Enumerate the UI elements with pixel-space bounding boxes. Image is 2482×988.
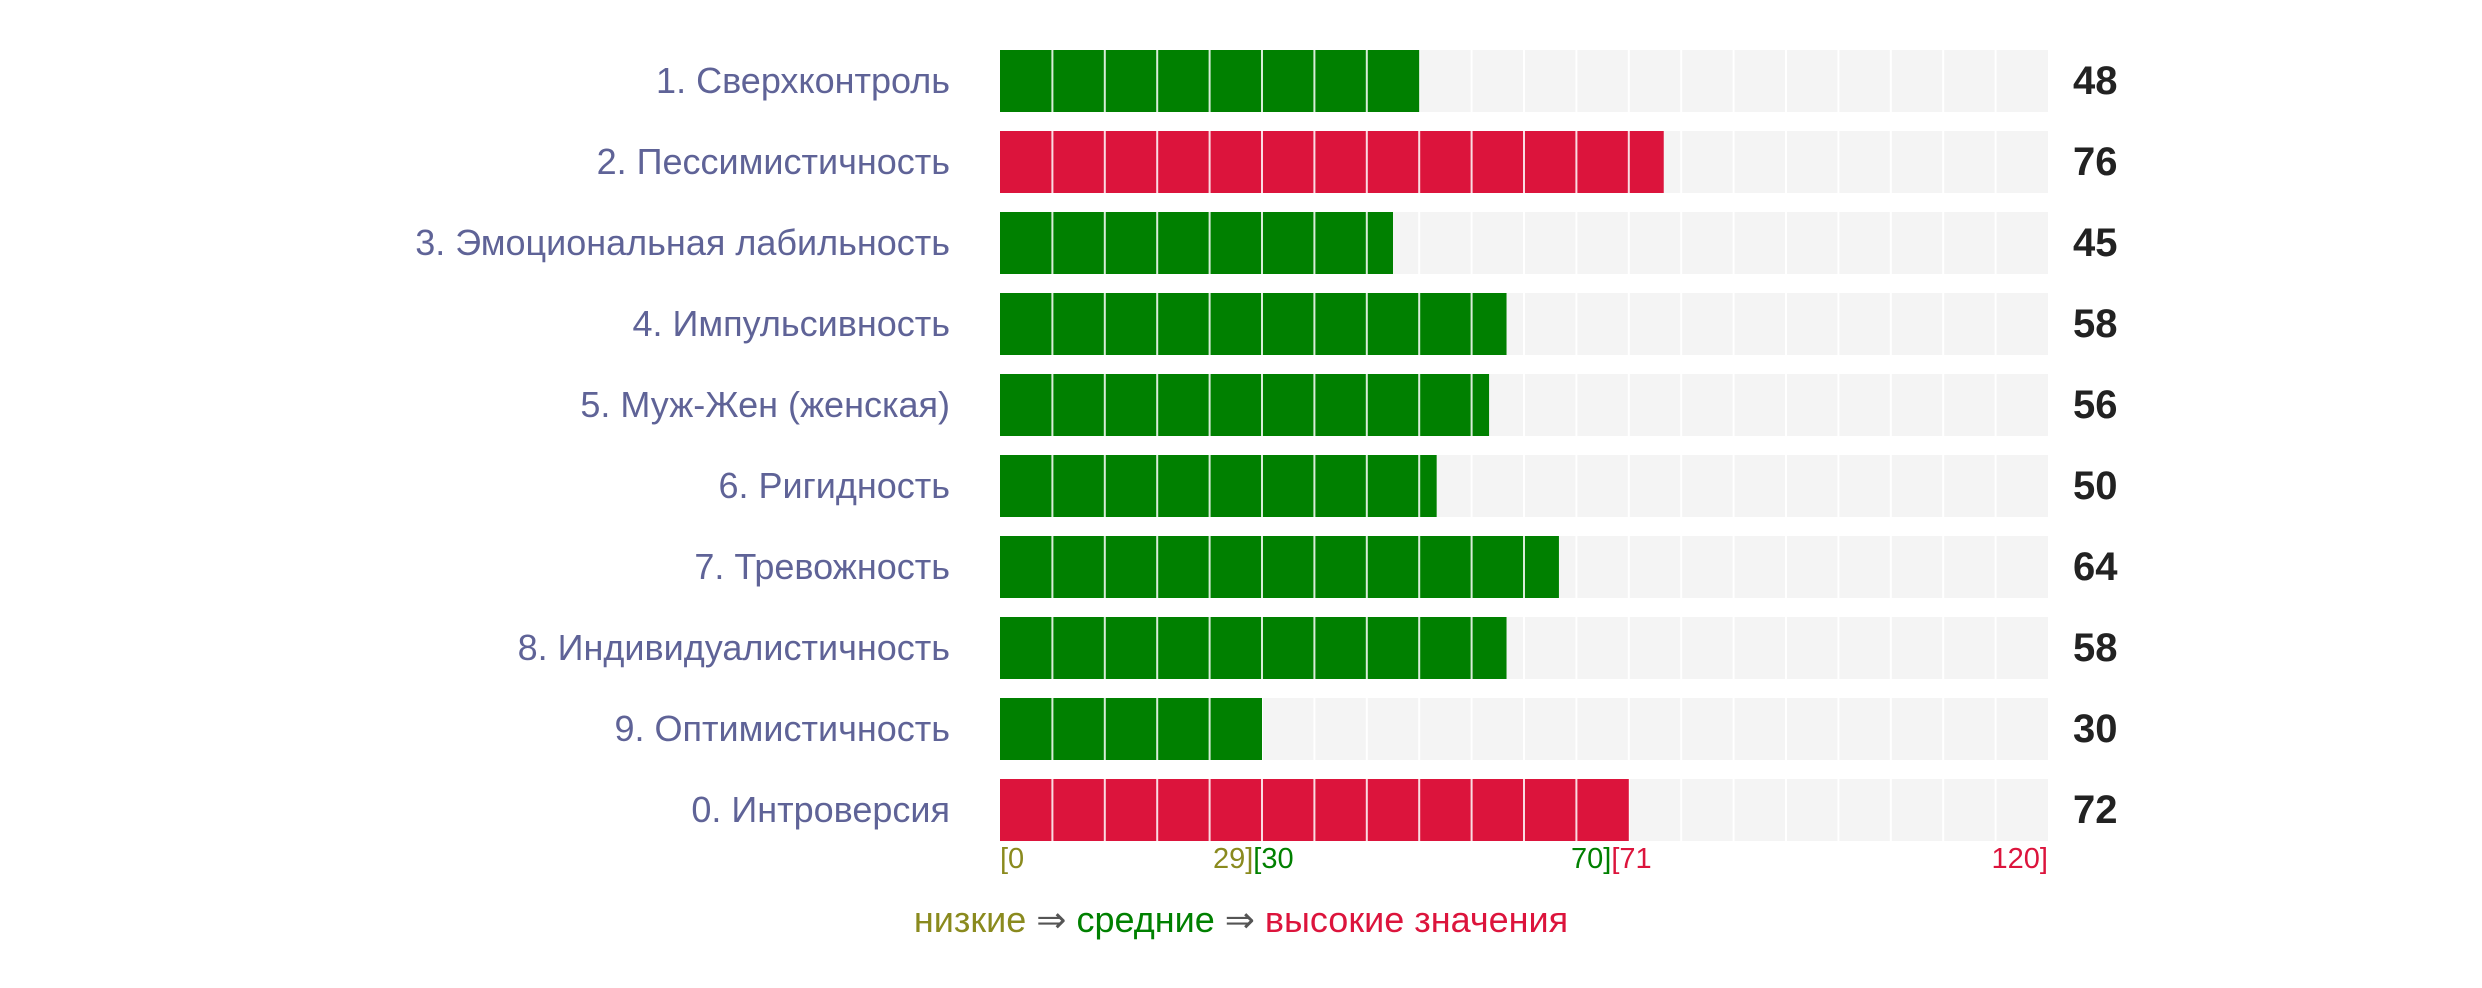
bar <box>1000 455 1437 517</box>
value-label: 76 <box>2073 140 2118 184</box>
value-label: 48 <box>2073 59 2118 103</box>
value-label: 58 <box>2073 302 2118 346</box>
tick-label: [30 <box>1253 843 1294 875</box>
value-label: 56 <box>2073 383 2118 427</box>
mmpi-profile-chart: 1. Сверхконтроль 2. Пессимистичность 3. Эм… <box>0 0 2482 988</box>
row-label: 8. Индивидуалистичность <box>517 627 950 668</box>
tick-label: [0 <box>1000 843 1025 875</box>
row-label: 3. Эмоциональная лабильность <box>415 222 950 263</box>
row-label: 2. Пессимистичность <box>596 141 950 182</box>
tick-label: 70] <box>1571 843 1612 875</box>
legend: низкие ⇒ средние ⇒ высокие значения <box>0 898 2482 942</box>
legend-arrow-1: ⇒ <box>1026 899 1077 940</box>
legend-arrow-2: ⇒ <box>1214 899 1265 940</box>
value-label: 64 <box>2073 545 2118 589</box>
row-label: 9. Оптимистичность <box>614 708 950 749</box>
bar <box>1000 293 1507 355</box>
row-label: 0. Интроверсия <box>691 789 950 830</box>
value-label: 30 <box>2073 707 2118 751</box>
tick-label: 29] <box>1212 843 1254 875</box>
row-label: 4. Импульсивность <box>632 303 951 344</box>
bar <box>1000 212 1393 274</box>
bar <box>1000 131 1664 193</box>
legend-mid: средние <box>1076 899 1215 940</box>
legend-high: высокие значения <box>1264 899 1569 940</box>
tick-label: [71 <box>1611 843 1652 875</box>
row-label: 1. Сверхконтроль <box>656 60 950 101</box>
value-label: 50 <box>2073 464 2118 508</box>
row-label: 6. Ригидность <box>718 465 950 506</box>
bar <box>1000 617 1507 679</box>
value-label: 45 <box>2073 221 2118 265</box>
bar <box>1000 536 1559 598</box>
bar <box>1000 698 1262 760</box>
value-label: 72 <box>2073 788 2118 832</box>
row-label: 7. Тревожность <box>694 546 950 587</box>
legend-low: низкие <box>913 899 1027 940</box>
row-label: 5. Муж-Жен (женская) <box>580 384 950 425</box>
value-label: 58 <box>2073 626 2118 670</box>
bar <box>1000 374 1490 436</box>
tick-label: 120] <box>1991 843 2048 875</box>
